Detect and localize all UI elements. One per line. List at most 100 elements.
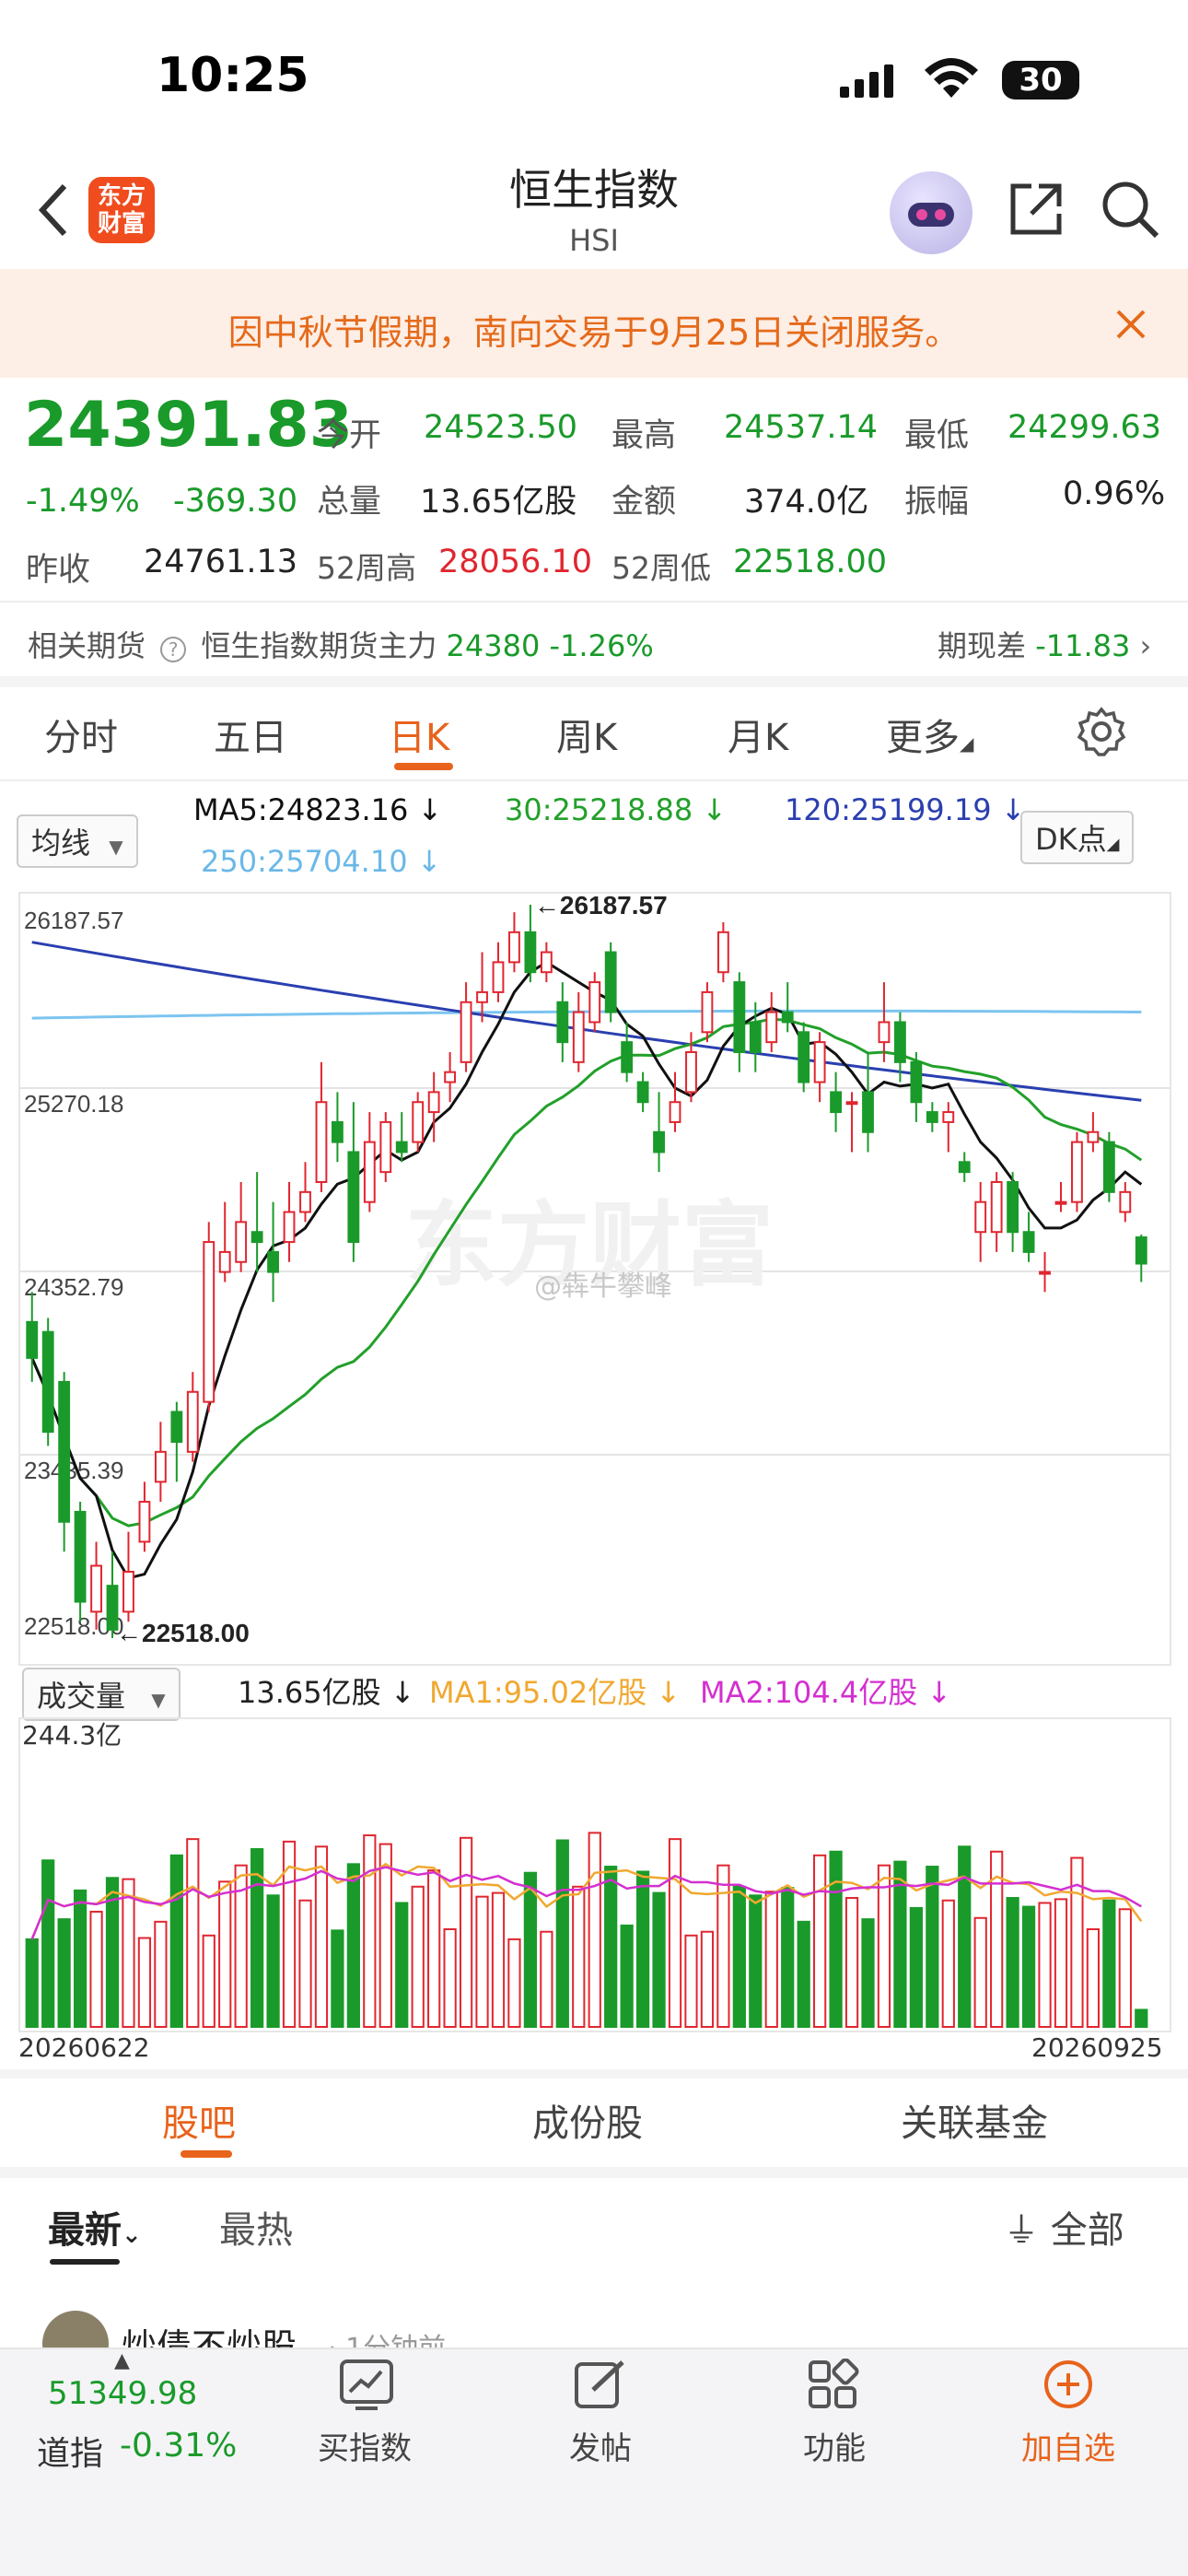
ma250-value: 250:25704.10 ↓ [201,844,442,879]
amplitude-label: 振幅 [904,484,970,521]
volume-bar [572,1885,586,2028]
volume-ma2: MA2:104.4亿股 ↓ [700,1675,952,1710]
candle-body [267,1250,279,1273]
candle-body [460,1001,472,1063]
nav-post[interactable]: 发帖 [527,2423,674,2468]
active-tab-underline [181,2150,232,2158]
open-value: 24523.50 [424,409,578,446]
candle-body [942,1111,955,1123]
volume-bar [1038,1902,1052,2028]
filter-all-label: 全部 [1050,2209,1124,2252]
filter-all[interactable]: ⏚ 全部 [1004,2200,1124,2254]
tab-monthly-k[interactable]: 月K [728,708,788,761]
caret-down-icon: ◢ [960,732,974,755]
chart-buy-icon[interactable] [293,2359,440,2422]
volume-bar [475,1895,489,2028]
candle-body [1054,1200,1067,1205]
wk52-low-value: 22518.00 [733,544,888,580]
tab-weekly-k[interactable]: 周K [556,708,617,761]
nav-buy-index[interactable]: 买指数 [291,2423,438,2468]
volume-bar [491,1891,506,2028]
tab-intraday[interactable]: 分时 [44,708,118,761]
volume-bar [523,1871,538,2028]
volume-label: 总量 [317,484,382,521]
tab-constituents[interactable]: 成份股 [532,2093,643,2147]
candle-body [669,1101,681,1123]
candle-body [1119,1190,1132,1213]
ma-select[interactable]: 均线 ▼ [17,814,138,868]
tab-related-funds[interactable]: 关联基金 [901,2093,1048,2147]
volume-bar [202,1934,215,2029]
close-icon[interactable] [1114,308,1147,345]
candle-body [621,1041,634,1073]
candle-body [685,1050,697,1094]
add-watchlist-icon[interactable] [995,2359,1142,2422]
candle-body [347,1151,360,1244]
amount-label: 金额 [611,484,677,521]
signal-icon [840,63,904,103]
candle-body [830,1091,842,1114]
volume-bar [941,1899,955,2028]
candle-body [332,1120,344,1143]
candle-body [862,1091,874,1133]
candle-body [508,931,520,964]
candle-body [476,990,488,1003]
tab-more[interactable]: 更多◢ [886,708,973,761]
volume-bar [41,1859,55,2028]
wk52-low-label: 52周低 [611,550,711,586]
apps-grid-icon[interactable] [759,2358,906,2422]
compose-icon[interactable] [527,2359,674,2422]
ma120-value: 120:25199.19 ↓ [785,792,1026,827]
search-icon[interactable] [1098,177,1162,245]
ma-select-label: 均线 [31,825,91,861]
caret-up-icon: ▲ [114,2349,130,2372]
ticker-value[interactable]: 51349.98 [48,2375,197,2412]
ma30-value: 30:25218.88 ↓ [505,792,728,827]
tab-five-day[interactable]: 五日 [214,708,287,761]
dropdown-caret-icon: ▼ [109,836,123,858]
candlestick-chart[interactable]: 26187.5725270.1824352.7923435.3922518.00… [18,890,1171,1664]
filter-hot[interactable]: 最热 [219,2200,293,2254]
candle-body [299,1190,311,1213]
help-icon: ? [160,637,187,662]
volume-bar [137,1937,152,2028]
settings-gear-icon[interactable] [1076,706,1127,761]
candle-body [716,931,729,974]
candle-body [845,1101,858,1106]
volume-bar [25,1938,39,2028]
nav-add-watchlist[interactable]: 加自选 [995,2423,1142,2468]
battery-indicator: 30 [1002,61,1079,100]
candle-body [926,1111,938,1123]
volume-bar [588,1832,601,2028]
volume-bar [555,1839,569,2028]
filter-latest[interactable]: 最新⌄ [48,2200,142,2254]
candle-body [781,1011,794,1024]
volume-current: 13.65亿股 ↓ [238,1675,415,1710]
candle-body [427,1091,440,1114]
volume-bar [668,1838,682,2028]
share-icon[interactable] [1004,177,1068,245]
volume-bar [909,1906,923,2028]
nav-functions[interactable]: 功能 [761,2423,908,2468]
min-annotation: ←22518.00 [116,1619,250,1647]
ticker-name[interactable]: 道指 [37,2427,103,2475]
candle-body [58,1380,71,1523]
current-price: 24391.83 [24,389,354,462]
related-futures-row[interactable]: 相关期货 ? 恒生指数期货主力 24380 -1.26% [28,623,654,665]
basis-row[interactable]: 期现差 -11.83 › [938,623,1151,665]
amplitude-value: 0.96% [1063,475,1166,512]
candle-body [990,1180,1003,1234]
volume-chart[interactable] [18,1714,1171,2032]
tab-daily-k[interactable]: 日K [389,708,449,761]
dk-point-button[interactable]: DK点◢ [1020,811,1135,864]
assistant-avatar[interactable] [890,171,973,254]
candle-body [315,1101,328,1183]
volume-axis-max: 244.3亿 [22,1720,122,1751]
tab-guba[interactable]: 股吧 [162,2093,236,2147]
volume-bar [218,1880,232,2028]
volume-bar [507,1938,521,2028]
section-divider [0,2167,1188,2178]
tab-more-label: 更多 [886,717,960,759]
price-axis-label: 24352.79 [24,1273,123,1301]
volume-bar [749,1894,763,2028]
